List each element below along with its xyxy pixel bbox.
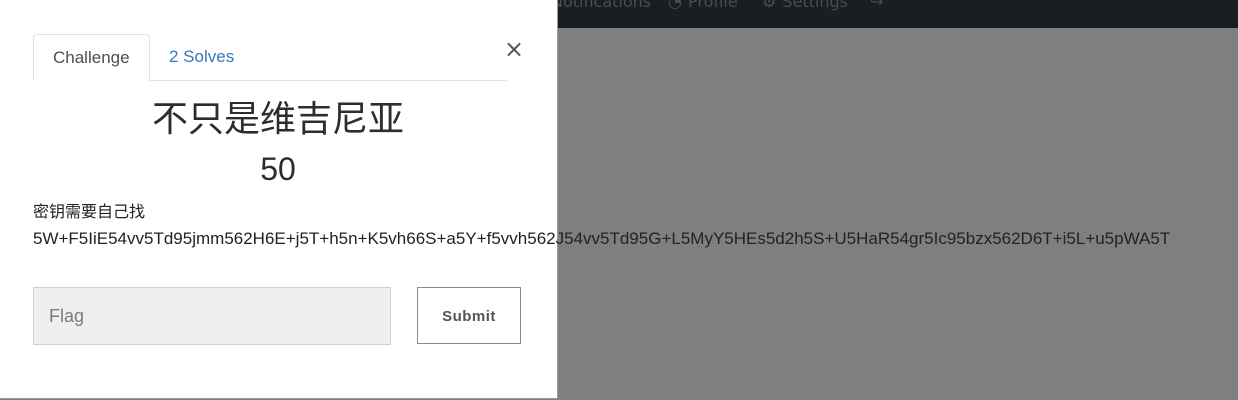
challenge-title: 不只是维吉尼亚	[151, 99, 404, 140]
nav-item-profile[interactable]: ◔ Profile	[668, 0, 738, 14]
tab-solves[interactable]: 2 Solves	[150, 34, 253, 80]
logout-icon: ↪	[870, 0, 884, 11]
nav-item-label: Notifications	[551, 0, 652, 11]
flag-input[interactable]	[33, 287, 391, 345]
gear-icon: ⚙	[762, 0, 777, 11]
challenge-modal: Challenge 2 Solves × 不只是维吉尼亚 50 密钥需要自己找 …	[0, 0, 1170, 399]
submit-button[interactable]: Submit	[417, 287, 521, 344]
challenge-description: 密钥需要自己找 5W+F5IiE54vv5Td95jmm562H6E+j5T+h…	[33, 199, 1238, 252]
nav-item-settings[interactable]: ⚙ Settings	[762, 0, 848, 14]
close-icon[interactable]: ×	[503, 36, 525, 62]
user-icon: ◔	[668, 0, 682, 11]
challenge-value: 50	[260, 151, 296, 187]
ciphertext: 5W+F5IiE54vv5Td95jmm562H6E+j5T+h5n+K5vh6…	[33, 229, 1171, 248]
nav-item-logout[interactable]: ↪	[870, 0, 889, 14]
tab-challenge[interactable]: Challenge	[33, 34, 150, 81]
nav-item-label: Profile	[687, 0, 738, 11]
modal-tabs: Challenge 2 Solves	[33, 34, 507, 81]
description-text: 密钥需要自己找	[33, 202, 146, 221]
nav-item-notifications[interactable]: Notifications	[545, 0, 651, 14]
nav-item-label: Settings	[782, 0, 848, 11]
